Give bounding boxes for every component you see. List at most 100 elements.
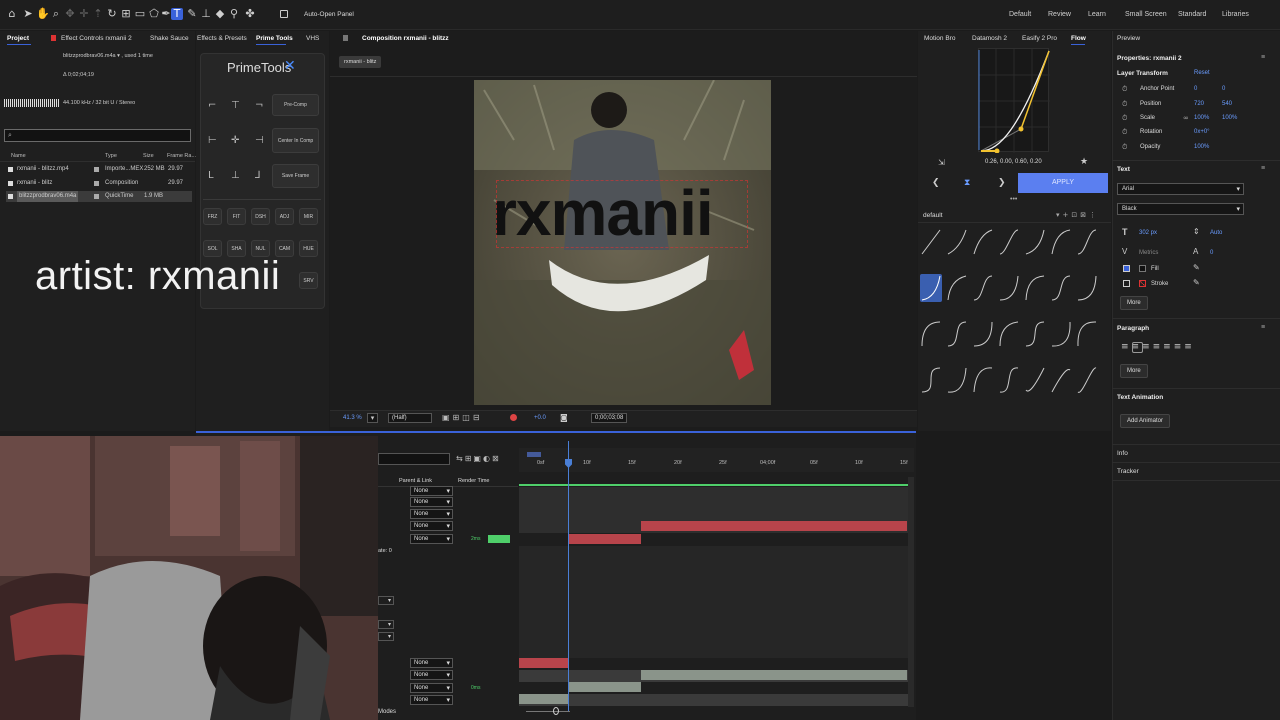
layer-row[interactable]: None xyxy=(378,694,518,706)
workspace-review[interactable]: Review xyxy=(1048,11,1071,18)
bezier-graph[interactable] xyxy=(978,48,1050,154)
info-section[interactable]: Info xyxy=(1117,450,1128,457)
brush-tool-icon[interactable]: ✎ xyxy=(186,8,198,20)
stopwatch-icon[interactable]: ⏱ xyxy=(1122,114,1127,123)
layer-row[interactable]: None xyxy=(378,520,518,532)
anchor-x-value[interactable]: 0 xyxy=(1194,86,1197,92)
type-tool-icon[interactable]: T xyxy=(171,8,183,20)
layer-bar-gray[interactable] xyxy=(569,682,641,692)
layer-bar-red[interactable] xyxy=(519,658,569,668)
anchor-y-value[interactable]: 0 xyxy=(1222,86,1225,92)
col-size[interactable]: Size xyxy=(143,153,154,159)
layer-row[interactable]: None xyxy=(378,496,518,508)
playhead-line[interactable] xyxy=(568,441,569,711)
tracker-section[interactable]: Tracker xyxy=(1117,468,1139,475)
ease-preset[interactable] xyxy=(1024,274,1046,302)
align-center-selected[interactable] xyxy=(1132,342,1143,353)
ease-preset-selected[interactable] xyxy=(920,274,942,302)
tab-shake-sauce[interactable]: Shake Sauce xyxy=(150,35,189,42)
ease-preset[interactable] xyxy=(920,320,942,348)
parent-select[interactable]: None xyxy=(410,695,453,705)
dsh-button[interactable]: DSH xyxy=(251,208,270,225)
layer-bar-gray[interactable] xyxy=(641,670,907,680)
project-row[interactable]: rxmanii - blitz Composition 29.97 xyxy=(8,178,188,189)
parent-select[interactable]: None xyxy=(410,670,453,680)
position-x-value[interactable]: 720 xyxy=(1194,101,1204,107)
layer-row[interactable]: None 2ms xyxy=(378,533,518,545)
ease-preset[interactable] xyxy=(1024,228,1046,256)
stroke-checkbox[interactable] xyxy=(1123,280,1130,287)
color-channel-icon[interactable] xyxy=(510,414,517,421)
work-area-bar[interactable] xyxy=(527,452,541,457)
menu-icon[interactable]: ≡ xyxy=(1261,165,1265,172)
zoom-tool-icon[interactable]: ⌕ xyxy=(50,8,62,20)
col-name[interactable]: Name xyxy=(11,153,26,159)
ease-preset[interactable] xyxy=(1076,366,1098,394)
view-options-icons[interactable]: ▣⊞◫⊟ xyxy=(442,413,502,423)
workspace-libraries[interactable]: Libraries xyxy=(1222,11,1249,18)
mode-select[interactable]: ▾ xyxy=(378,632,394,641)
link-icon[interactable]: ∞ xyxy=(1183,114,1189,122)
preset-actions-icons[interactable]: ▾+⊡⊠⋮ xyxy=(1056,211,1099,219)
snapshot-icon[interactable]: ◙ xyxy=(560,413,568,422)
ease-preset[interactable] xyxy=(1076,228,1098,256)
exposure-value[interactable]: +0.0 xyxy=(534,415,546,421)
parent-select[interactable]: None xyxy=(410,521,453,531)
track[interactable] xyxy=(519,487,908,499)
ease-preset[interactable] xyxy=(972,274,994,302)
ease-preset[interactable] xyxy=(972,366,994,394)
track[interactable] xyxy=(519,499,908,511)
project-row[interactable]: rxmanii - blitzz.mp4 Importe...MEX 252 M… xyxy=(8,164,188,175)
col-parent-link[interactable]: Parent & Link xyxy=(399,478,432,484)
align-bottom-left-icon[interactable]: L xyxy=(208,170,214,181)
parent-select[interactable]: None xyxy=(410,486,453,496)
stroke-swatch[interactable] xyxy=(1139,280,1146,287)
mode-select[interactable]: ▾ xyxy=(378,620,394,629)
layer-row[interactable]: None xyxy=(378,669,518,681)
ease-preset[interactable] xyxy=(972,320,994,348)
comp-breadcrumb[interactable]: rxmanii - blitz xyxy=(339,56,382,68)
kerning-value[interactable]: Metrics xyxy=(1139,250,1158,256)
tab-motion-bro[interactable]: Motion Bro xyxy=(924,35,955,42)
home-icon[interactable]: ⌂ xyxy=(6,8,18,20)
hourglass-icon[interactable]: ⧗ xyxy=(964,178,970,188)
layer-row[interactable]: None xyxy=(378,508,518,520)
pre-comp-button[interactable]: Pre-Comp xyxy=(272,94,319,116)
anchor-tool-icon[interactable]: ⊞ xyxy=(120,8,132,20)
ease-preset[interactable] xyxy=(998,366,1020,394)
ease-preset[interactable] xyxy=(1050,320,1072,348)
align-top-left-icon[interactable]: ⌐ xyxy=(208,100,216,111)
menu-icon[interactable]: ≡ xyxy=(1261,54,1265,61)
add-animator-button[interactable]: Add Animator xyxy=(1120,414,1171,428)
workspace-small-screen[interactable]: Small Screen xyxy=(1125,11,1167,18)
parent-select[interactable]: None xyxy=(410,497,453,507)
align-middle-left-icon[interactable]: ⊢ xyxy=(208,135,217,146)
ease-preset[interactable] xyxy=(1024,366,1046,394)
preset-select[interactable]: default xyxy=(923,212,943,219)
scale-y-value[interactable]: 100% xyxy=(1222,115,1237,121)
workspace-learn[interactable]: Learn xyxy=(1088,11,1106,18)
eyedropper-icon[interactable]: ✎ xyxy=(1193,278,1200,287)
preview-section[interactable]: Preview xyxy=(1117,35,1140,42)
ease-preset[interactable] xyxy=(920,228,942,256)
auto-open-checkbox[interactable] xyxy=(280,10,288,18)
layer-row[interactable]: None xyxy=(378,657,518,669)
ease-preset[interactable] xyxy=(946,366,968,394)
zoom-slider[interactable] xyxy=(526,711,570,712)
paragraph-more-button[interactable]: More xyxy=(1120,364,1148,378)
tab-effects-presets[interactable]: Effects & Presets xyxy=(197,35,247,42)
selection-tool-icon[interactable]: ➤ xyxy=(22,8,34,20)
ease-preset[interactable] xyxy=(946,320,968,348)
col-frame-rate[interactable]: Frame Ra... xyxy=(167,153,196,159)
col-render-time[interactable]: Render Time xyxy=(458,478,490,484)
adj-button[interactable]: ADJ xyxy=(275,208,294,225)
prev-arrow-icon[interactable]: ❮ xyxy=(932,178,940,188)
reset-button[interactable]: Reset xyxy=(1194,70,1210,76)
tab-datamosh[interactable]: Datamosh 2 xyxy=(972,35,1007,42)
workspace-standard[interactable]: Standard xyxy=(1178,11,1206,18)
tab-project[interactable]: Project xyxy=(7,35,29,42)
ease-preset[interactable] xyxy=(1050,228,1072,256)
tab-vhs[interactable]: VHS xyxy=(306,35,319,42)
frz-button[interactable]: FRZ xyxy=(203,208,222,225)
clone-stamp-icon[interactable]: ⊥ xyxy=(200,8,212,20)
